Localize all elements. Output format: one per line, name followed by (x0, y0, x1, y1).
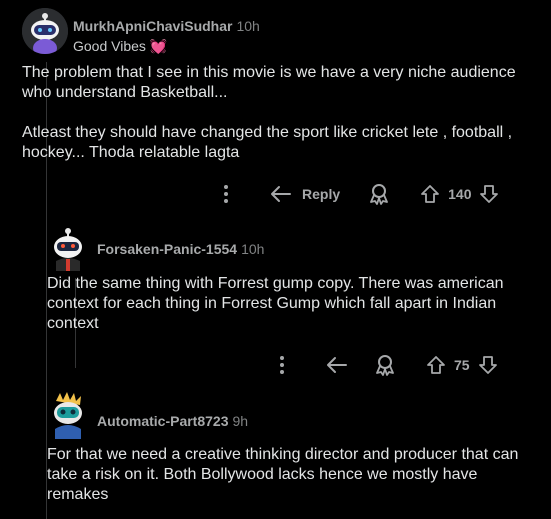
avatar[interactable] (48, 225, 88, 271)
snoo-avatar-icon (54, 228, 82, 271)
comment-body: The problem that I see in this movie is … (22, 63, 522, 163)
upvote-button[interactable] (420, 184, 440, 204)
award-icon (370, 184, 389, 205)
vote-count: 140 (448, 186, 472, 202)
reply-arrow-icon (327, 357, 347, 373)
downvote-icon (478, 356, 497, 374)
reply-arrow-icon (271, 186, 291, 202)
heart-emoji: 💓 (149, 38, 168, 54)
comment-1: MurkhApniChaviSudhar 10h Good Vibes 💓 The… (0, 0, 551, 215)
more-options-icon (224, 185, 228, 203)
timestamp: 10h (241, 241, 265, 257)
comment-actions: Reply 140 (212, 179, 499, 209)
comment-3: Automatic-Part8723 9h For that we need a … (0, 385, 551, 519)
comment-paragraph: Did the same thing with Forrest gump cop… (47, 275, 504, 332)
avatar[interactable] (22, 8, 68, 54)
timestamp: 10h (236, 18, 260, 34)
comment-paragraph: The problem that I see in this movie is … (22, 64, 516, 101)
comment-paragraph: For that we need a creative thinking dir… (47, 446, 519, 503)
downvote-button[interactable] (478, 355, 498, 375)
more-options-button[interactable] (268, 355, 296, 375)
flair-text: Good Vibes (73, 38, 146, 54)
upvote-icon (427, 356, 445, 374)
snoo-avatar-icon (22, 8, 68, 54)
timestamp: 9h (232, 413, 249, 429)
comment-meta: Automatic-Part8723 9h (97, 413, 248, 429)
upvote-button[interactable] (426, 355, 446, 375)
more-options-icon (280, 356, 284, 374)
comment-2: Forsaken-Panic-1554 10h Did the same thin… (0, 215, 551, 385)
downvote-button[interactable] (479, 184, 499, 204)
more-options-button[interactable] (212, 184, 240, 204)
avatar[interactable] (48, 391, 88, 439)
downvote-icon (480, 185, 499, 203)
comment-paragraph: Atleast they should have changed the spo… (22, 124, 513, 161)
username[interactable]: Automatic-Part8723 (97, 413, 229, 429)
username[interactable]: Forsaken-Panic-1554 (97, 241, 237, 257)
snoo-avatar-icon (54, 392, 82, 439)
comment-body: Did the same thing with Forrest gump cop… (47, 274, 537, 334)
comment-meta: MurkhApniChaviSudhar 10h (73, 18, 260, 34)
vote-count: 75 (454, 357, 470, 373)
comment-body: For that we need a creative thinking dir… (47, 445, 537, 505)
comment-actions: 75 (268, 350, 498, 380)
award-icon (376, 355, 394, 376)
upvote-icon (421, 185, 440, 203)
award-button[interactable] (368, 183, 390, 205)
reply-button[interactable]: Reply (270, 185, 340, 203)
comment-meta: Forsaken-Panic-1554 10h (97, 241, 264, 257)
reply-label: Reply (302, 186, 341, 202)
reply-button[interactable] (326, 356, 348, 374)
award-button[interactable] (374, 354, 396, 376)
user-flair: Good Vibes 💓 (73, 38, 167, 55)
username[interactable]: MurkhApniChaviSudhar (73, 18, 232, 34)
